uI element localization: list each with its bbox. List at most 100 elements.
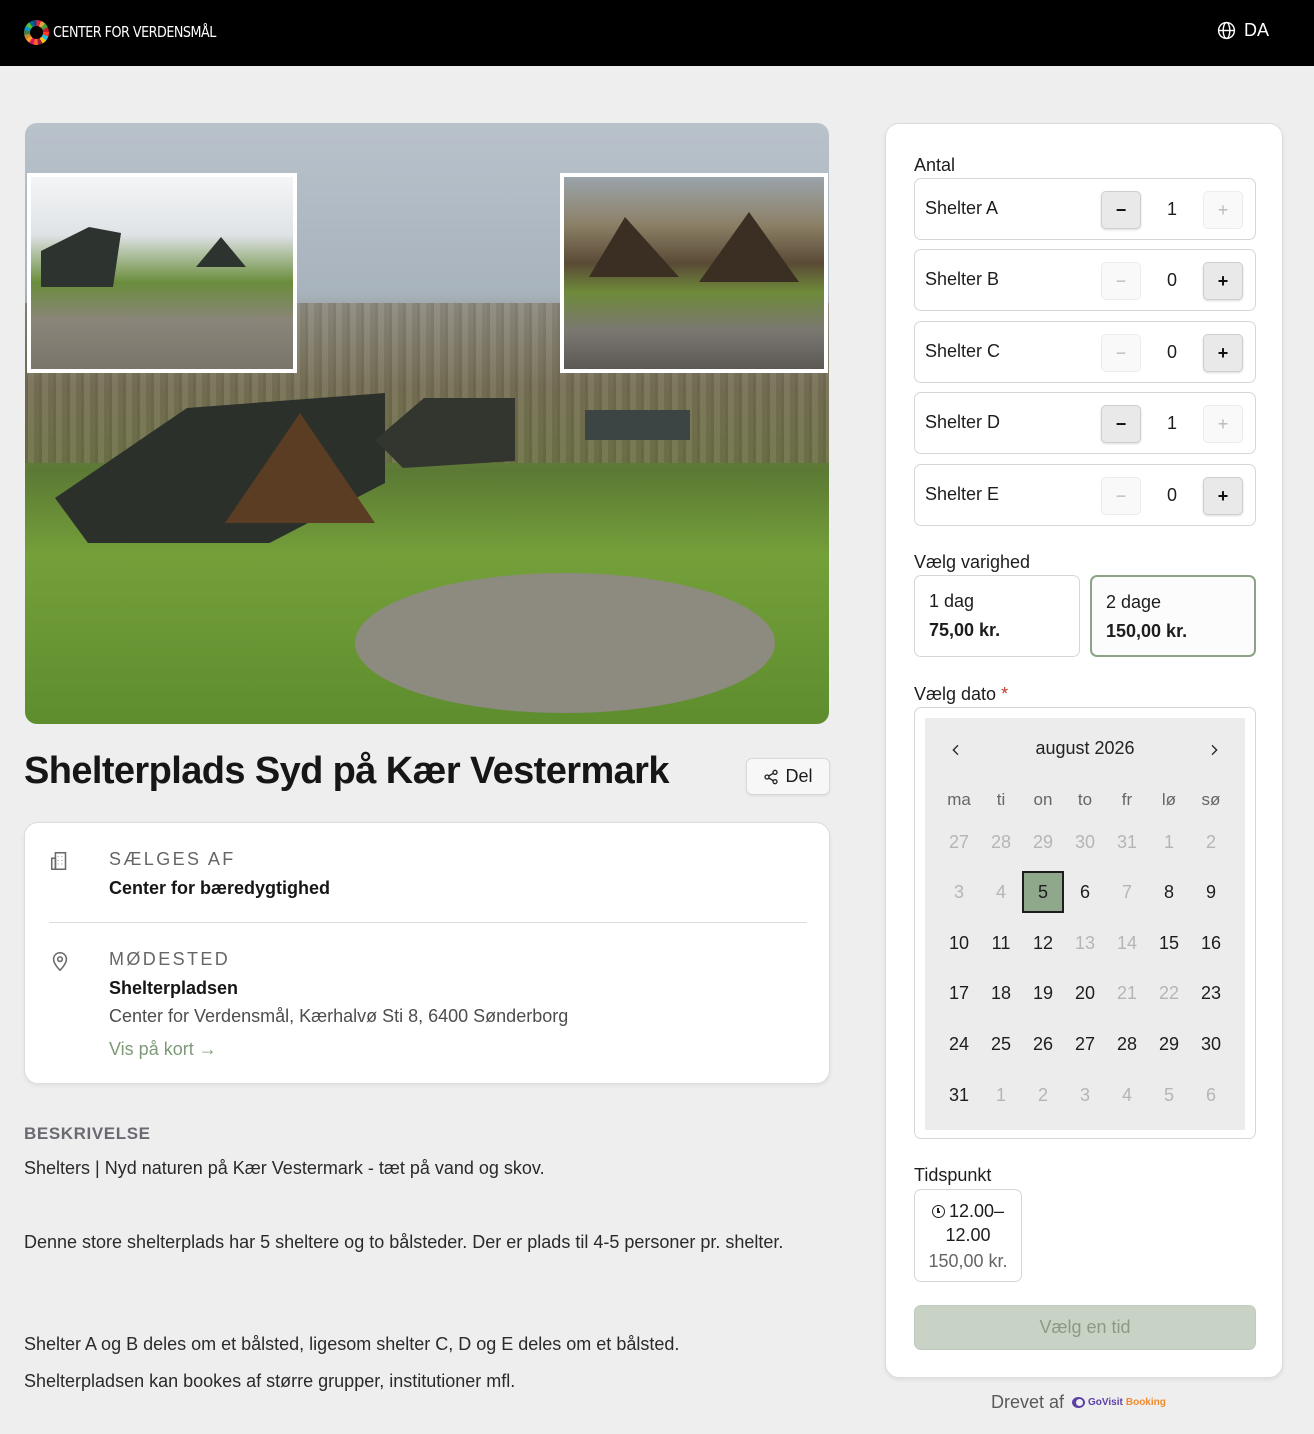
booking-brand: Booking [1125,1397,1166,1408]
show-on-map-link[interactable]: Vis på kort → [109,1039,217,1060]
calendar-day[interactable]: 28 [980,821,1022,863]
time-slot-start-text: 12.00– [948,1201,1005,1221]
calendar-day[interactable]: 15 [1148,922,1190,964]
increase-button[interactable]: + [1203,191,1243,229]
calendar-day[interactable]: 6 [1064,871,1106,913]
calendar-day[interactable]: 19 [1022,972,1064,1014]
item-name: Shelter E [925,484,1000,504]
calendar-day[interactable]: 3 [1064,1074,1106,1116]
calendar-day[interactable]: 1 [980,1074,1022,1116]
description-paragraph: Shelterpladsen kan bookes af større grup… [24,1371,516,1391]
decrease-button[interactable]: − [1101,405,1141,443]
description-paragraph: Shelter A og B deles om et bålsted, lige… [24,1334,680,1354]
calendar-day[interactable]: 21 [1106,972,1148,1014]
required-mark: * [1001,684,1009,704]
calendar-day[interactable]: 27 [938,821,980,863]
calendar-day[interactable]: 17 [938,972,980,1014]
duration-option-2-days[interactable]: 2 dage 150,00 kr. [1090,575,1256,657]
weekday-header: to [1077,790,1093,809]
select-time-button[interactable]: Vælg en tid [914,1305,1256,1350]
quantity-row-shelter-b: Shelter B − 0 + [914,249,1256,311]
increase-button[interactable]: + [1203,262,1243,300]
hero-photo[interactable] [25,123,829,724]
calendar-day[interactable]: 24 [938,1023,980,1065]
calendar-day[interactable]: 3 [938,871,980,913]
calendar-day[interactable]: 12 [1022,922,1064,964]
calendar-day[interactable]: 4 [1106,1074,1148,1116]
decrease-button[interactable]: − [1101,334,1141,372]
decrease-button[interactable]: − [1101,477,1141,515]
previous-month-button[interactable] [942,738,970,762]
quantity-value: 1 [1166,199,1177,219]
share-button[interactable]: Del [746,758,830,795]
calendar-day[interactable]: 16 [1190,922,1232,964]
item-name: Shelter A [925,198,999,218]
calendar-day[interactable]: 18 [980,972,1022,1014]
share-label: Del [785,766,813,786]
calendar-day[interactable]: 5 [1022,871,1064,913]
next-month-button[interactable] [1200,738,1228,762]
meeting-place-address: Center for Verdensmål, Kærhalvø Sti 8, 6… [109,1006,569,1026]
increase-button[interactable]: + [1203,405,1243,443]
calendar-day[interactable]: 11 [980,922,1022,964]
increase-button[interactable]: + [1203,334,1243,372]
building-icon [50,851,67,871]
inset-shelter-small [699,212,799,282]
duration-name: 1 dag [929,591,975,611]
calendar-day[interactable]: 29 [1148,1023,1190,1065]
calendar-day[interactable]: 31 [1106,821,1148,863]
quantity-value: 0 [1166,485,1177,505]
site-logo[interactable]: CENTER FOR VERDENSMÅL [24,19,245,45]
calendar-day[interactable]: 26 [1022,1023,1064,1065]
decrease-button[interactable]: − [1101,262,1141,300]
calendar-day[interactable]: 14 [1106,922,1148,964]
time-slot-end: 12.00 [945,1225,991,1245]
duration-label: Vælg varighed [914,552,1031,572]
calendar-day[interactable]: 13 [1064,922,1106,964]
powered-by: Drevet af GoVisit Booking [991,1392,1166,1413]
date-label-text: Vælg dato [914,684,997,704]
time-slot-price: 150,00 kr. [928,1251,1008,1271]
calendar-day[interactable]: 2 [1022,1074,1064,1116]
govisit-logo[interactable]: GoVisit Booking [1072,1397,1166,1408]
calendar-day[interactable]: 5 [1148,1074,1190,1116]
description-paragraph: Shelters | Nyd naturen på Kær Vestermark… [24,1158,545,1178]
item-name: Shelter D [925,412,1001,432]
language-selector[interactable]: DA [1217,20,1269,41]
meeting-place-label: MØDESTED [109,949,231,969]
decrease-button[interactable]: − [1101,191,1141,229]
weekday-header: ti [996,790,1006,809]
calendar-day[interactable]: 2 [1190,821,1232,863]
quantity-value: 0 [1166,270,1177,290]
duration-option-1-day[interactable]: 1 dag 75,00 kr. [914,575,1080,657]
increase-button[interactable]: + [1203,477,1243,515]
description-paragraph: Denne store shelterplads har 5 sheltere … [24,1232,784,1252]
weekday-header: sø [1201,790,1221,809]
share-icon [764,769,779,784]
calendar-day[interactable]: 31 [938,1074,980,1116]
calendar-day[interactable]: 25 [980,1023,1022,1065]
time-slot-option[interactable]: 12.00– 12.00 150,00 kr. [914,1189,1022,1282]
calendar-day[interactable]: 6 [1190,1074,1232,1116]
calendar-day[interactable]: 8 [1148,871,1190,913]
quantity-row-shelter-c: Shelter C − 0 + [914,321,1256,383]
inset-shelter-small [196,237,246,267]
calendar-day[interactable]: 30 [1190,1023,1232,1065]
calendar-day[interactable]: 4 [980,871,1022,913]
calendar-day[interactable]: 7 [1106,871,1148,913]
calendar-day[interactable]: 23 [1190,972,1232,1014]
time-label: Tidspunkt [914,1165,992,1185]
calendar-day[interactable]: 30 [1064,821,1106,863]
quantity-value: 1 [1166,413,1177,433]
calendar-day[interactable]: 29 [1022,821,1064,863]
calendar-day[interactable]: 10 [938,922,980,964]
photo-shelter-far [585,410,690,440]
calendar-day[interactable]: 9 [1190,871,1232,913]
calendar-day[interactable]: 20 [1064,972,1106,1014]
calendar-day[interactable]: 27 [1064,1023,1106,1065]
calendar-day[interactable]: 22 [1148,972,1190,1014]
duration-name: 2 dage [1106,592,1162,612]
info-divider [49,922,807,923]
calendar-day[interactable]: 1 [1148,821,1190,863]
calendar-day[interactable]: 28 [1106,1023,1148,1065]
